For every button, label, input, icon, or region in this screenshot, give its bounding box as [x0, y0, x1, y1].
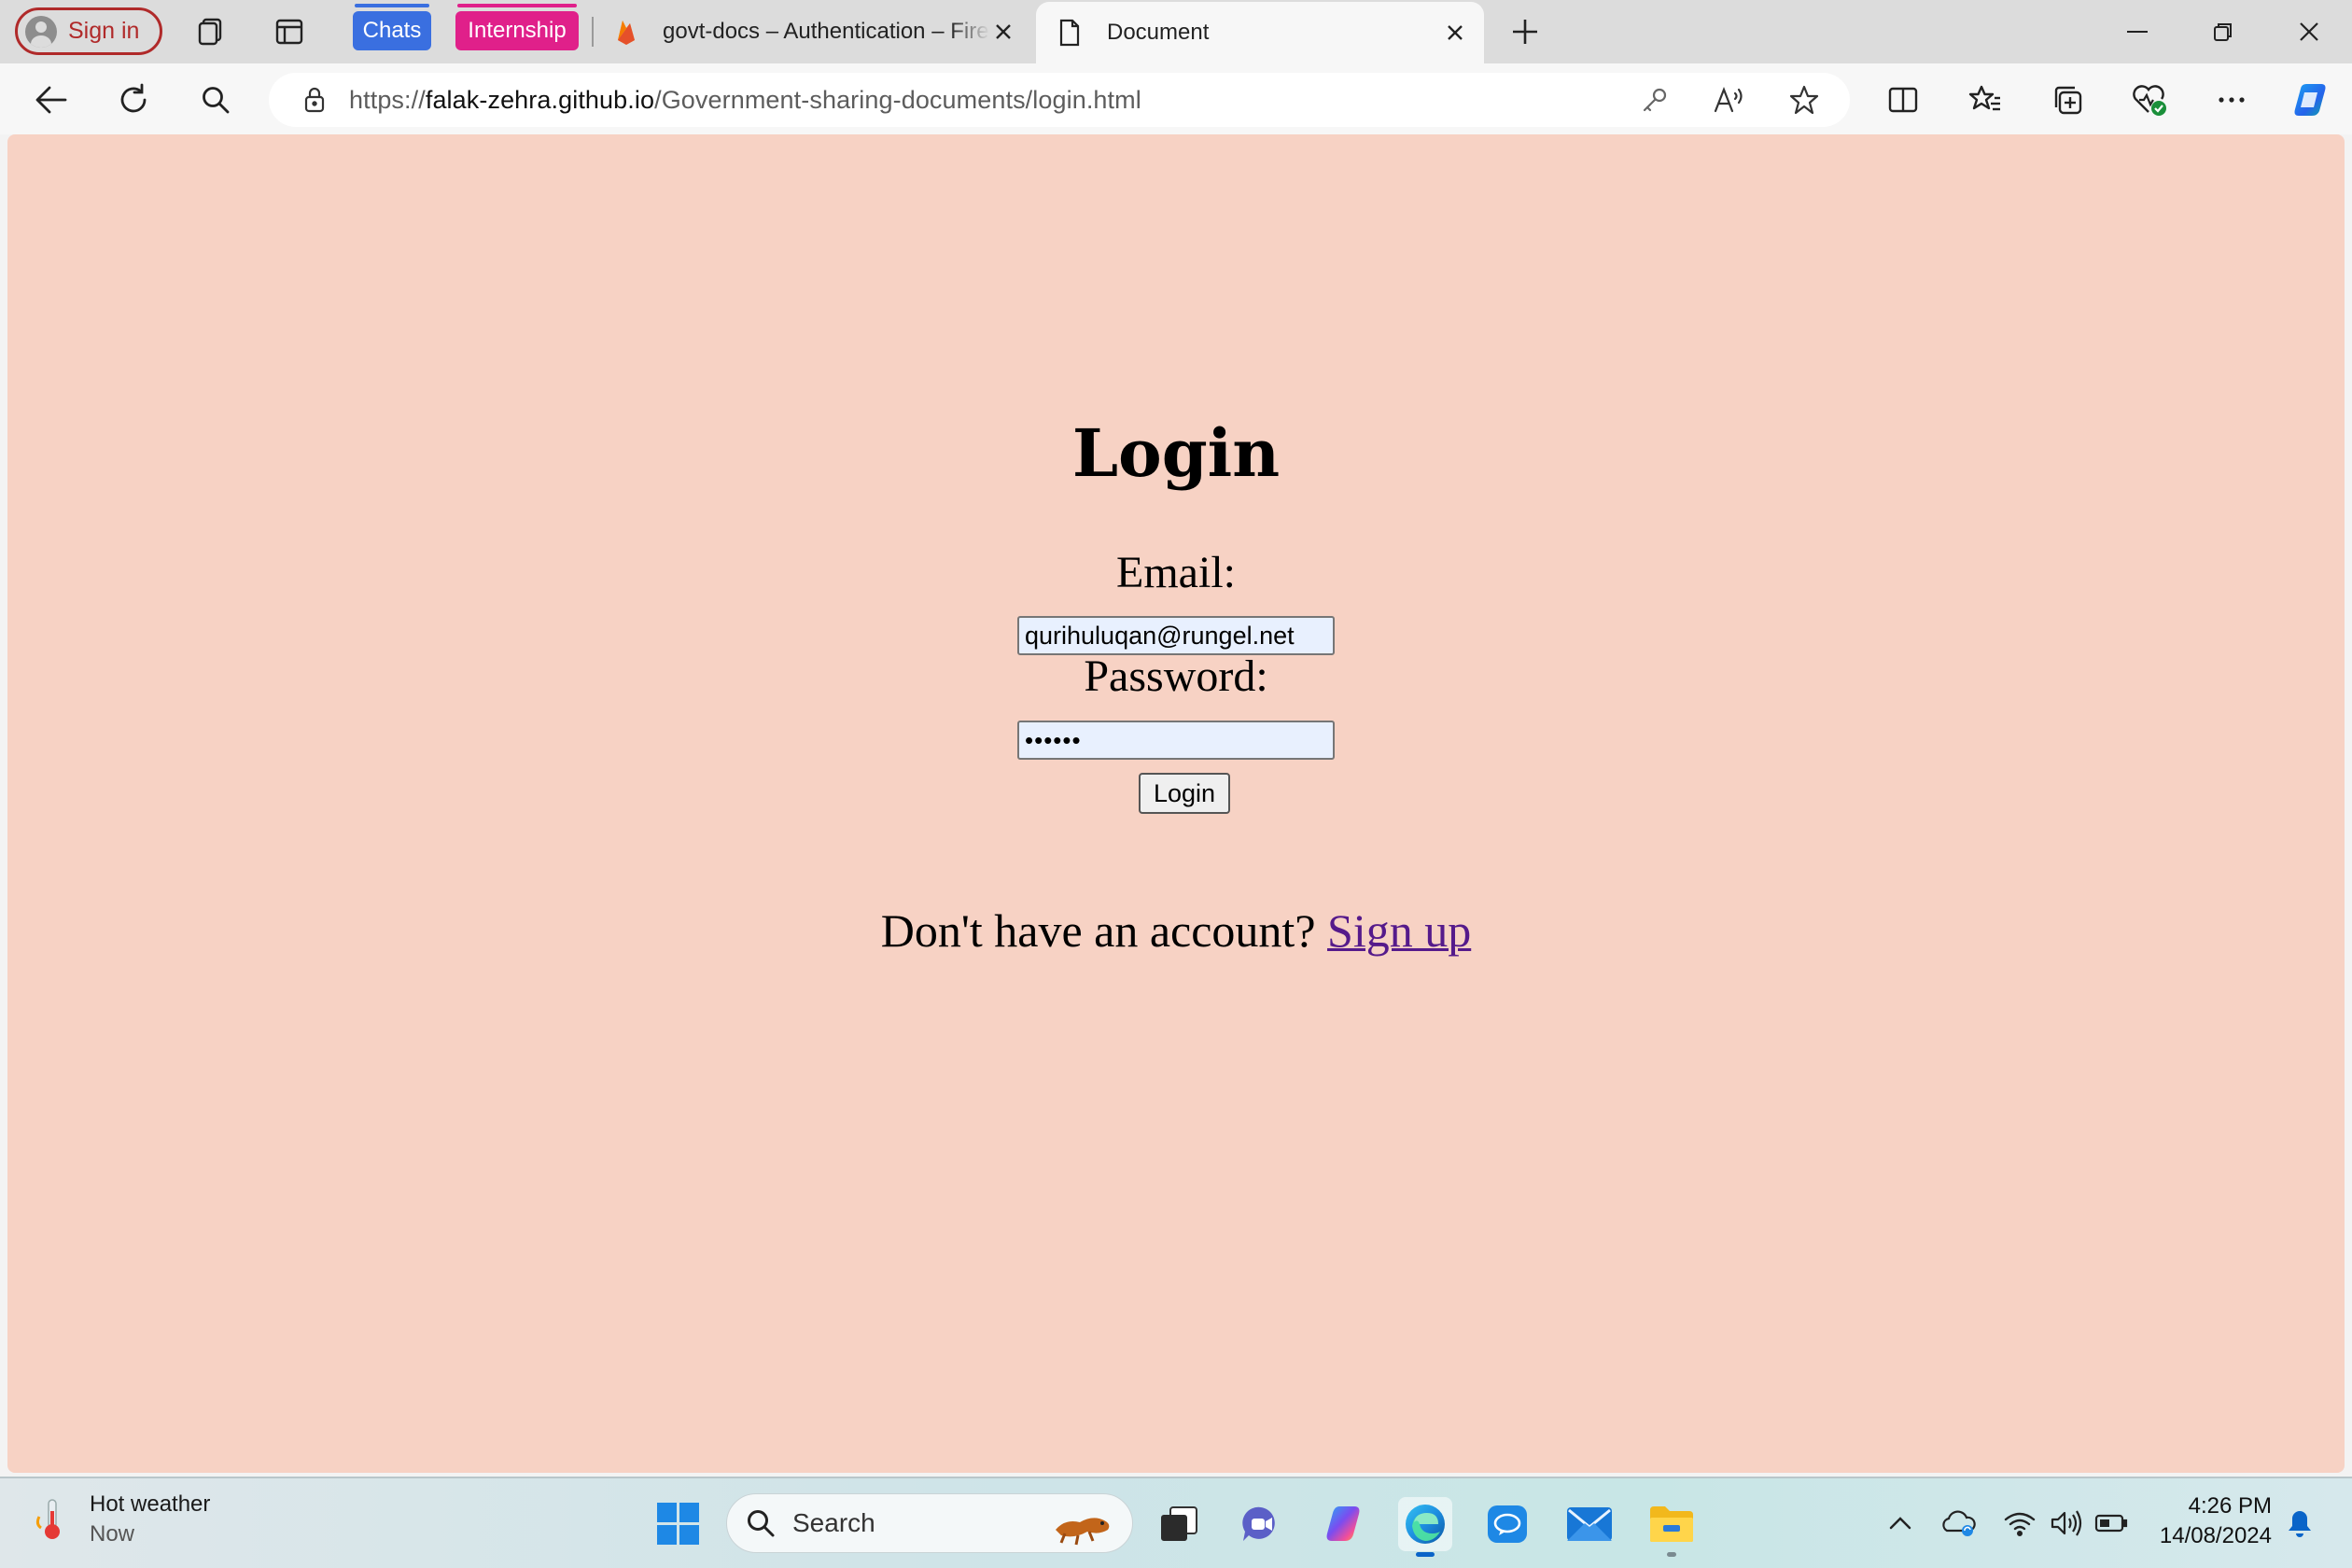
minimize-window-button[interactable]	[2117, 13, 2158, 50]
clock-date: 14/08/2024	[2159, 1523, 2272, 1548]
collections-icon[interactable]	[2046, 78, 2089, 121]
password-label: Password:	[1084, 651, 1268, 701]
avatar-icon	[25, 15, 57, 48]
url-text[interactable]: https://falak-zehra.github.io/Government…	[349, 86, 1141, 115]
volume-icon[interactable]	[2048, 1505, 2085, 1542]
site-info-lock-icon[interactable]	[301, 86, 329, 114]
email-field[interactable]: qurihuluqan@rungel.net	[1017, 616, 1335, 655]
document-icon	[1059, 19, 1080, 47]
tab-title: Document	[1107, 20, 1210, 45]
password-field[interactable]: ••••••	[1017, 721, 1335, 760]
firebase-icon	[618, 21, 635, 45]
thermometer-icon	[32, 1496, 73, 1543]
battery-icon[interactable]	[2093, 1505, 2130, 1542]
new-tab-button[interactable]	[1506, 13, 1544, 50]
show-hidden-icons-chevron-up-icon[interactable]	[1882, 1505, 1919, 1542]
taskbar: Hot weather Now Search 4:26 PM 14/08/202…	[0, 1477, 2352, 1568]
url-path: /Government-sharing-documents/login.html	[654, 85, 1141, 114]
start-windows-icon[interactable]	[651, 1497, 706, 1551]
tab-title: govt-docs – Authentication – Firebase co…	[663, 19, 989, 44]
mail-icon[interactable]	[1562, 1497, 1617, 1551]
tab-strip: Sign in Chats Internship govt-docs – Aut…	[0, 0, 2352, 63]
split-screen-icon[interactable]	[1882, 78, 1925, 121]
task-view-icon[interactable]	[1152, 1497, 1206, 1551]
clock-time: 4:26 PM	[2188, 1493, 2272, 1519]
weather-title: Hot weather	[90, 1491, 211, 1517]
page-viewport: Login Email: qurihuluqan@rungel.net Pass…	[7, 134, 2345, 1473]
url-host: falak-zehra.github.io	[425, 85, 655, 114]
tab-document-active[interactable]: Document	[1036, 2, 1484, 63]
wifi-icon[interactable]	[2001, 1505, 2038, 1542]
close-window-button[interactable]	[2289, 13, 2330, 50]
active-app-indicator	[1416, 1552, 1435, 1557]
restore-window-button[interactable]	[2203, 13, 2244, 50]
edge-browser-icon[interactable]	[1398, 1497, 1452, 1557]
refresh-button[interactable]	[112, 78, 155, 121]
browser-toolbar: https://falak-zehra.github.io/Government…	[0, 63, 2352, 134]
favorite-star-icon[interactable]	[1785, 80, 1824, 119]
taskbar-search-input[interactable]: Search	[726, 1493, 1133, 1553]
close-tab-icon[interactable]	[989, 18, 1017, 46]
tab-group-internship[interactable]: Internship	[455, 4, 579, 50]
password-key-icon[interactable]	[1635, 80, 1674, 119]
login-button[interactable]: Login	[1139, 773, 1230, 814]
copilot-icon[interactable]	[2289, 78, 2331, 121]
signup-prompt: Don't have an account? Sign up	[7, 903, 2345, 958]
close-tab-icon[interactable]	[1441, 19, 1469, 47]
signup-prompt-text: Don't have an account?	[880, 904, 1316, 957]
page-title: Login	[1071, 414, 1281, 492]
copilot-app-icon[interactable]	[1316, 1497, 1370, 1551]
tab-separator	[592, 17, 594, 47]
chat-app-icon[interactable]	[1480, 1497, 1534, 1551]
taskbar-search-placeholder: Search	[792, 1508, 875, 1537]
tab-group-internship-label: Internship	[468, 18, 567, 43]
teams-icon[interactable]	[1234, 1497, 1288, 1551]
weather-subtitle: Now	[90, 1521, 135, 1547]
notification-bell-icon[interactable]	[2281, 1505, 2318, 1542]
search-highlight-lizard-icon	[1056, 1518, 1110, 1546]
tab-firebase-console[interactable]: govt-docs – Authentication – Firebase co…	[609, 4, 1032, 60]
onedrive-sync-icon[interactable]	[1939, 1505, 1977, 1542]
taskbar-clock[interactable]: 4:26 PM 14/08/2024	[2150, 1491, 2272, 1551]
vertical-tabs-icon[interactable]	[271, 13, 308, 50]
running-app-indicator	[1667, 1552, 1676, 1557]
file-explorer-icon[interactable]	[1645, 1497, 1699, 1557]
profile-sign-in-label: Sign in	[68, 18, 140, 44]
read-aloud-icon[interactable]	[1710, 80, 1749, 119]
tab-group-chats[interactable]: Chats	[353, 4, 431, 50]
address-bar[interactable]: https://falak-zehra.github.io/Government…	[269, 73, 1850, 127]
weather-widget[interactable]: Hot weather Now	[32, 1490, 210, 1549]
favorites-icon[interactable]	[1964, 78, 2007, 121]
workspaces-icon[interactable]	[192, 13, 230, 50]
back-button[interactable]	[30, 78, 73, 121]
search-icon	[748, 1510, 775, 1537]
tab-group-chats-label: Chats	[362, 18, 422, 43]
profile-sign-in-button[interactable]: Sign in	[15, 7, 162, 55]
more-options-icon[interactable]	[2210, 78, 2253, 121]
url-scheme: https://	[349, 85, 426, 114]
signup-link[interactable]: Sign up	[1327, 904, 1471, 957]
browser-essentials-icon[interactable]	[2128, 78, 2171, 121]
search-icon[interactable]	[194, 78, 237, 121]
email-label: Email:	[1116, 548, 1236, 597]
